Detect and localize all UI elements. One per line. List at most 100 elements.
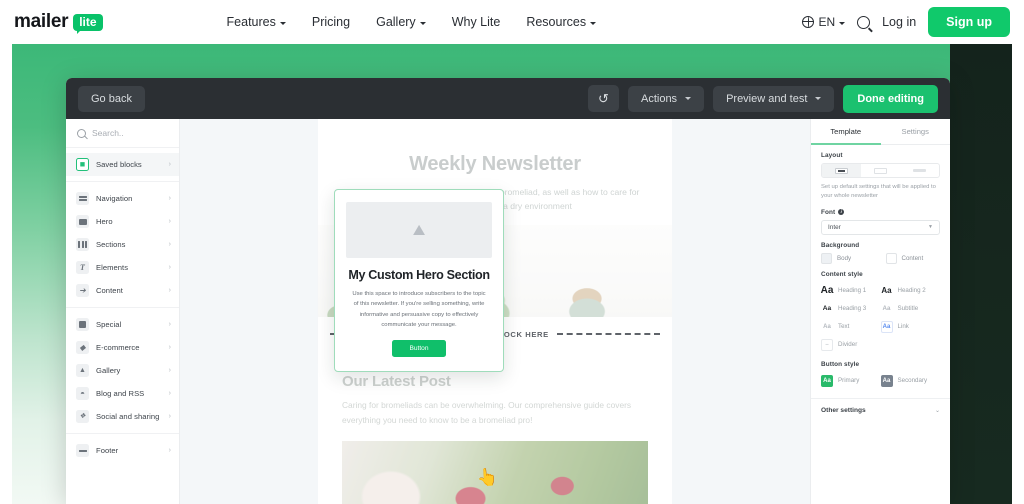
style-glyph: Aa (821, 374, 833, 387)
sidebar-item-blog-and-rss[interactable]: ◓ Blog and RSS › (66, 382, 179, 405)
button-style-row: Aa Primary Aa Secondary (821, 372, 940, 390)
content-style-row-2: Aa Heading 3 Aa Subtitle (821, 300, 940, 318)
chevron-right-icon: › (168, 367, 171, 374)
nav-item-features[interactable]: Features (227, 15, 286, 29)
sidebar-item-hero[interactable]: Hero › (66, 210, 179, 233)
sidebar-item-label: Content (96, 286, 123, 295)
layout-label: Layout (821, 152, 843, 159)
info-icon[interactable]: i (838, 209, 845, 216)
nav-item-pricing[interactable]: Pricing (312, 15, 350, 29)
style-label: Primary (838, 377, 860, 385)
content-style-subtitle[interactable]: Aa Subtitle (881, 300, 941, 318)
sidebar-item-special[interactable]: Special › (66, 313, 179, 336)
sidebar-item-label: Footer (96, 446, 119, 455)
sidebar-item-label: Elements (96, 263, 129, 272)
card-body-text: Use this space to introduce subscribers … (352, 291, 486, 328)
content-style-link[interactable]: Aa Link (880, 318, 941, 336)
tab-template[interactable]: Template (811, 119, 881, 145)
footer-icon (76, 444, 89, 457)
background-content-swatch[interactable]: Content (885, 252, 941, 264)
style-label: Subtitle (897, 305, 919, 313)
email-editor-window: Go back ↺ Actions Preview and test Done … (66, 78, 950, 504)
nav-item-gallery[interactable]: Gallery (376, 15, 426, 29)
button-style-primary[interactable]: Aa Primary (821, 372, 881, 390)
layout-section: Layout Set up default settings that will… (811, 145, 950, 202)
signup-button[interactable]: Sign up (928, 7, 1010, 37)
content-style-section: Content style Aa Heading 1 Aa Heading 2 (811, 264, 950, 354)
sidebar-item-ecommerce[interactable]: ◆ E-commerce › (66, 336, 179, 359)
go-back-button[interactable]: Go back (78, 85, 145, 112)
tab-settings[interactable]: Settings (881, 119, 951, 145)
actions-dropdown-button[interactable]: Actions (627, 85, 705, 112)
chevron-down-icon: ▼ (928, 224, 933, 231)
layout-option-boxed[interactable] (861, 164, 900, 177)
undo-history-button[interactable]: ↺ (587, 85, 619, 112)
twitter-icon: ❖ (76, 410, 89, 423)
text-icon: T (76, 261, 89, 274)
sidebar-item-elements[interactable]: T Elements › (66, 256, 179, 279)
preview-and-test-button[interactable]: Preview and test (713, 85, 835, 112)
font-label: Font (821, 208, 836, 216)
content-style-heading-1[interactable]: Aa Heading 1 (821, 282, 881, 300)
chevron-right-icon: › (168, 321, 171, 328)
language-label: EN (818, 15, 836, 29)
content-style-text[interactable]: Aa Text (821, 318, 881, 336)
style-label: Secondary (897, 377, 928, 385)
search-icon (77, 128, 86, 138)
blocks-group-footer: Footer › (66, 433, 179, 467)
content-style-heading-3[interactable]: Aa Heading 3 (821, 300, 881, 318)
background-body-swatch[interactable]: Body (821, 252, 876, 264)
font-select[interactable]: Inter ▼ (821, 219, 940, 235)
rss-icon: ◓ (76, 387, 89, 400)
blocks-search-placeholder: Search.. (92, 128, 124, 138)
layout-option-full-width[interactable] (900, 164, 939, 177)
blocks-search-field[interactable]: Search.. (66, 119, 179, 148)
nav-item-features-label: Features (226, 15, 276, 29)
blocks-group-extras: Special › ◆ E-commerce › ▲ Gallery › ◓ B… (66, 307, 179, 433)
sidebar-item-content[interactable]: ➔ Content › (66, 279, 179, 302)
layout-option-single-column[interactable] (822, 164, 861, 177)
mountain-image-icon: ⛰ (412, 221, 426, 239)
sidebar-item-sections[interactable]: Sections › (66, 233, 179, 256)
sidebar-item-social-and-sharing[interactable]: ❖ Social and sharing › (66, 405, 179, 428)
card-cta-button[interactable]: Button (392, 340, 446, 358)
columns-icon (76, 238, 89, 251)
sidebar-item-label: Sections (96, 240, 126, 249)
settings-sidebar: Template Settings Layout Set up default … (810, 119, 950, 504)
chevron-right-icon: › (168, 344, 171, 351)
layout-option-group (821, 163, 940, 178)
style-label: Link (897, 323, 909, 331)
sidebar-item-navigation[interactable]: Navigation › (66, 187, 179, 210)
nav-item-pricing-label: Pricing (311, 15, 351, 29)
chevron-right-icon: › (168, 264, 171, 271)
content-style-divider[interactable]: – Divider (821, 336, 881, 354)
style-label: Heading 3 (838, 305, 867, 313)
editor-body: Search.. ■ Saved blocks › Navigation › H… (66, 119, 950, 504)
sidebar-item-label: Hero (96, 217, 113, 226)
search-icon[interactable] (857, 15, 871, 29)
chevron-right-icon: › (168, 390, 171, 397)
chevron-right-icon: › (168, 241, 171, 248)
sidebar-item-gallery[interactable]: ▲ Gallery › (66, 359, 179, 382)
nav-item-resources[interactable]: Resources (526, 15, 597, 29)
button-style-secondary[interactable]: Aa Secondary (880, 372, 941, 390)
button-style-label: Button style (821, 360, 860, 368)
dragged-saved-block-card[interactable]: ⛰ My Custom Hero Section Use this space … (334, 189, 504, 373)
style-glyph: Aa (823, 323, 831, 330)
other-settings-row[interactable]: Other settings ⌄ (811, 397, 950, 414)
nav-item-why-lite[interactable]: Why Lite (452, 15, 501, 29)
font-label-row: Font i (821, 209, 940, 216)
language-selector[interactable]: EN (802, 15, 846, 29)
style-label: Heading 2 (897, 287, 926, 295)
sidebar-item-saved-blocks[interactable]: ■ Saved blocks › (66, 153, 179, 176)
content-style-heading-2[interactable]: Aa Heading 2 (881, 282, 941, 300)
login-link[interactable]: Log in (882, 15, 916, 29)
style-label: Text (838, 323, 850, 331)
done-editing-button[interactable]: Done editing (843, 84, 938, 113)
style-glyph: Aa (882, 304, 891, 312)
email-canvas[interactable]: Weekly Newsletter In this week's issue w… (180, 119, 810, 504)
sidebar-item-footer[interactable]: Footer › (66, 439, 179, 462)
nav-item-why-lite-label: Why Lite (451, 15, 501, 29)
mailerlite-logo[interactable]: mailer lite (14, 11, 103, 34)
chevron-right-icon: › (168, 218, 171, 225)
